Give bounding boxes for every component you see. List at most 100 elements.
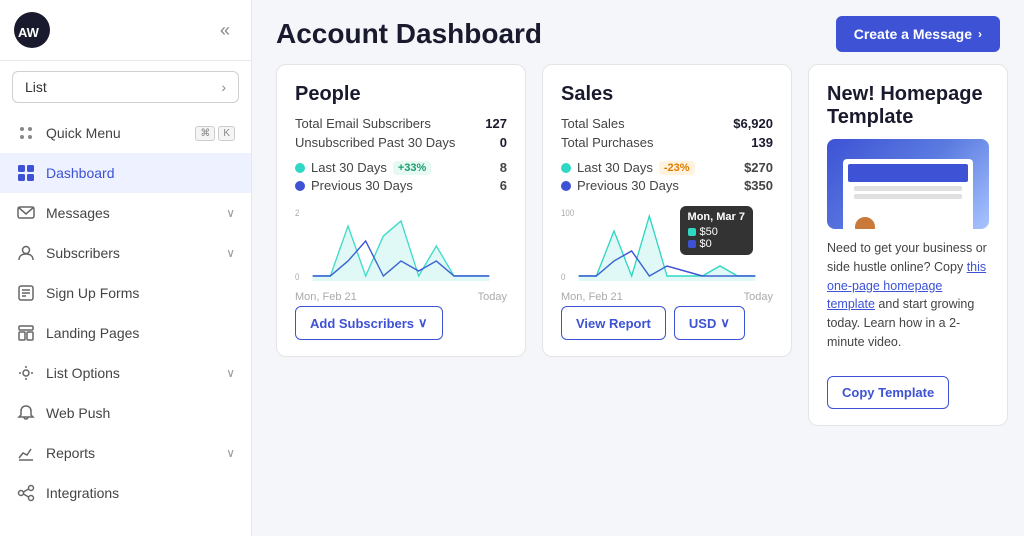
quick-menu-icon	[16, 123, 36, 143]
main-content: Account Dashboard Create a Message › Peo…	[252, 0, 1024, 536]
messages-icon	[16, 203, 36, 223]
sales-chart: 100 0 Mon, Mar 7 $50 $0	[561, 206, 773, 286]
people-last30-dot	[295, 163, 305, 173]
people-card-title: People	[295, 83, 507, 106]
sidebar-item-reports[interactable]: Reports ∨	[0, 433, 251, 473]
quick-menu-kbd: ⌘ K	[195, 126, 235, 141]
people-chart-labels: Mon, Feb 21 Today	[295, 291, 507, 303]
usd-dropdown-arrow-icon: ∨	[720, 315, 730, 331]
add-subscribers-button[interactable]: Add Subscribers ∨	[295, 306, 443, 340]
people-prev30-row: Previous 30 Days 6	[295, 178, 507, 193]
tooltip-row-1: $50	[688, 226, 745, 238]
sidebar-item-dashboard[interactable]: Dashboard	[0, 153, 251, 193]
people-prev30-dot	[295, 181, 305, 191]
subscribers-chevron-icon: ∨	[226, 246, 235, 260]
subscribers-label: Subscribers	[46, 245, 216, 261]
reports-label: Reports	[46, 445, 216, 461]
total-email-subscribers-label: Total Email Subscribers	[295, 116, 431, 131]
quick-menu-label: Quick Menu	[46, 125, 185, 141]
subscribers-icon	[16, 243, 36, 263]
list-options-chevron-icon: ∨	[226, 366, 235, 380]
sales-chart-start-label: Mon, Feb 21	[561, 291, 623, 303]
people-prev30-value: 6	[500, 178, 507, 193]
sales-chart-labels: Mon, Feb 21 Today	[561, 291, 773, 303]
dashboard-label: Dashboard	[46, 165, 235, 181]
template-img-text-1	[854, 186, 962, 191]
sidebar-item-list-options[interactable]: List Options ∨	[0, 353, 251, 393]
template-card-title: New! Homepage Template	[827, 83, 989, 129]
total-email-subscribers-row: Total Email Subscribers 127	[295, 116, 507, 131]
aweber-logo: AW	[14, 12, 50, 48]
landing-pages-label: Landing Pages	[46, 325, 235, 341]
unsubscribed-value: 0	[500, 135, 507, 150]
sidebar-item-quick-menu[interactable]: Quick Menu ⌘ K	[0, 113, 251, 153]
tooltip-date: Mon, Mar 7	[688, 211, 745, 223]
messages-label: Messages	[46, 205, 216, 221]
cards-area: People Total Email Subscribers 127 Unsub…	[252, 64, 1024, 536]
tooltip-label-1: $50	[700, 226, 718, 238]
template-preview-inner	[843, 159, 973, 229]
add-subscribers-arrow-icon: ∨	[418, 315, 428, 331]
integrations-label: Integrations	[46, 485, 235, 501]
sidebar-item-subscribers[interactable]: Subscribers ∨	[0, 233, 251, 273]
sales-last30-badge: -23%	[659, 161, 695, 175]
sidebar-item-web-push[interactable]: Web Push	[0, 393, 251, 433]
sales-prev30-dot	[561, 181, 571, 191]
total-sales-label: Total Sales	[561, 116, 625, 131]
sales-chart-tooltip: Mon, Mar 7 $50 $0	[680, 206, 753, 255]
template-img-header-bar	[848, 164, 968, 182]
sales-card: Sales Total Sales $6,920 Total Purchases…	[542, 64, 792, 357]
landing-pages-icon	[16, 323, 36, 343]
sales-last30-row: Last 30 Days -23% $270	[561, 160, 773, 175]
people-prev30-label: Previous 30 Days	[311, 178, 413, 193]
svg-text:AW: AW	[18, 25, 40, 40]
sign-up-forms-label: Sign Up Forms	[46, 285, 235, 301]
people-chart: 2 0 Mon, Feb 21 Today	[295, 206, 507, 286]
reports-chevron-icon: ∨	[226, 446, 235, 460]
total-purchases-value: 139	[751, 135, 773, 150]
sales-chart-end-label: Today	[744, 291, 773, 303]
total-purchases-row: Total Purchases 139	[561, 135, 773, 150]
template-description: Need to get your business or side hustle…	[827, 239, 989, 352]
total-purchases-label: Total Purchases	[561, 135, 654, 150]
sales-last30-dot	[561, 163, 571, 173]
sidebar-item-sign-up-forms[interactable]: Sign Up Forms	[0, 273, 251, 313]
sales-prev30-row: Previous 30 Days $350	[561, 178, 773, 193]
sales-prev30-value: $350	[744, 178, 773, 193]
create-message-button[interactable]: Create a Message ›	[836, 16, 1000, 52]
logo-area: AW	[14, 12, 50, 48]
template-card: New! Homepage Template Need to get your …	[808, 64, 1008, 426]
people-last30-label: Last 30 Days	[311, 160, 387, 175]
template-img-avatar	[853, 215, 877, 229]
unsubscribed-label: Unsubscribed Past 30 Days	[295, 135, 455, 150]
copy-template-button[interactable]: Copy Template	[827, 376, 949, 409]
list-selector[interactable]: List ›	[12, 71, 239, 103]
people-last30-row: Last 30 Days +33% 8	[295, 160, 507, 175]
template-img-text-2	[854, 194, 962, 199]
template-preview-image	[827, 139, 989, 229]
integrations-icon	[16, 483, 36, 503]
list-options-label: List Options	[46, 365, 216, 381]
list-selector-label: List	[25, 79, 47, 95]
sign-up-forms-icon	[16, 283, 36, 303]
usd-dropdown-button[interactable]: USD ∨	[674, 306, 745, 340]
people-chart-end-label: Today	[478, 291, 507, 303]
sidebar-item-integrations[interactable]: Integrations	[0, 473, 251, 513]
total-email-subscribers-value: 127	[485, 116, 507, 131]
sales-prev30-label: Previous 30 Days	[577, 178, 679, 193]
sidebar-item-messages[interactable]: Messages ∨	[0, 193, 251, 233]
sidebar-item-landing-pages[interactable]: Landing Pages	[0, 313, 251, 353]
list-selector-arrow-icon: ›	[221, 79, 226, 95]
sidebar-collapse-button[interactable]: «	[213, 18, 237, 42]
total-sales-value: $6,920	[733, 116, 773, 131]
messages-chevron-icon: ∨	[226, 206, 235, 220]
sidebar-header: AW «	[0, 0, 251, 61]
sales-last30-value: $270	[744, 160, 773, 175]
create-message-arrow-icon: ›	[978, 27, 982, 41]
svg-text:100: 100	[561, 208, 575, 219]
people-last30-value: 8	[500, 160, 507, 175]
view-report-button[interactable]: View Report	[561, 306, 666, 340]
tooltip-dot-1	[688, 228, 696, 236]
template-card-footer: Copy Template	[827, 362, 989, 409]
list-options-icon	[16, 363, 36, 383]
